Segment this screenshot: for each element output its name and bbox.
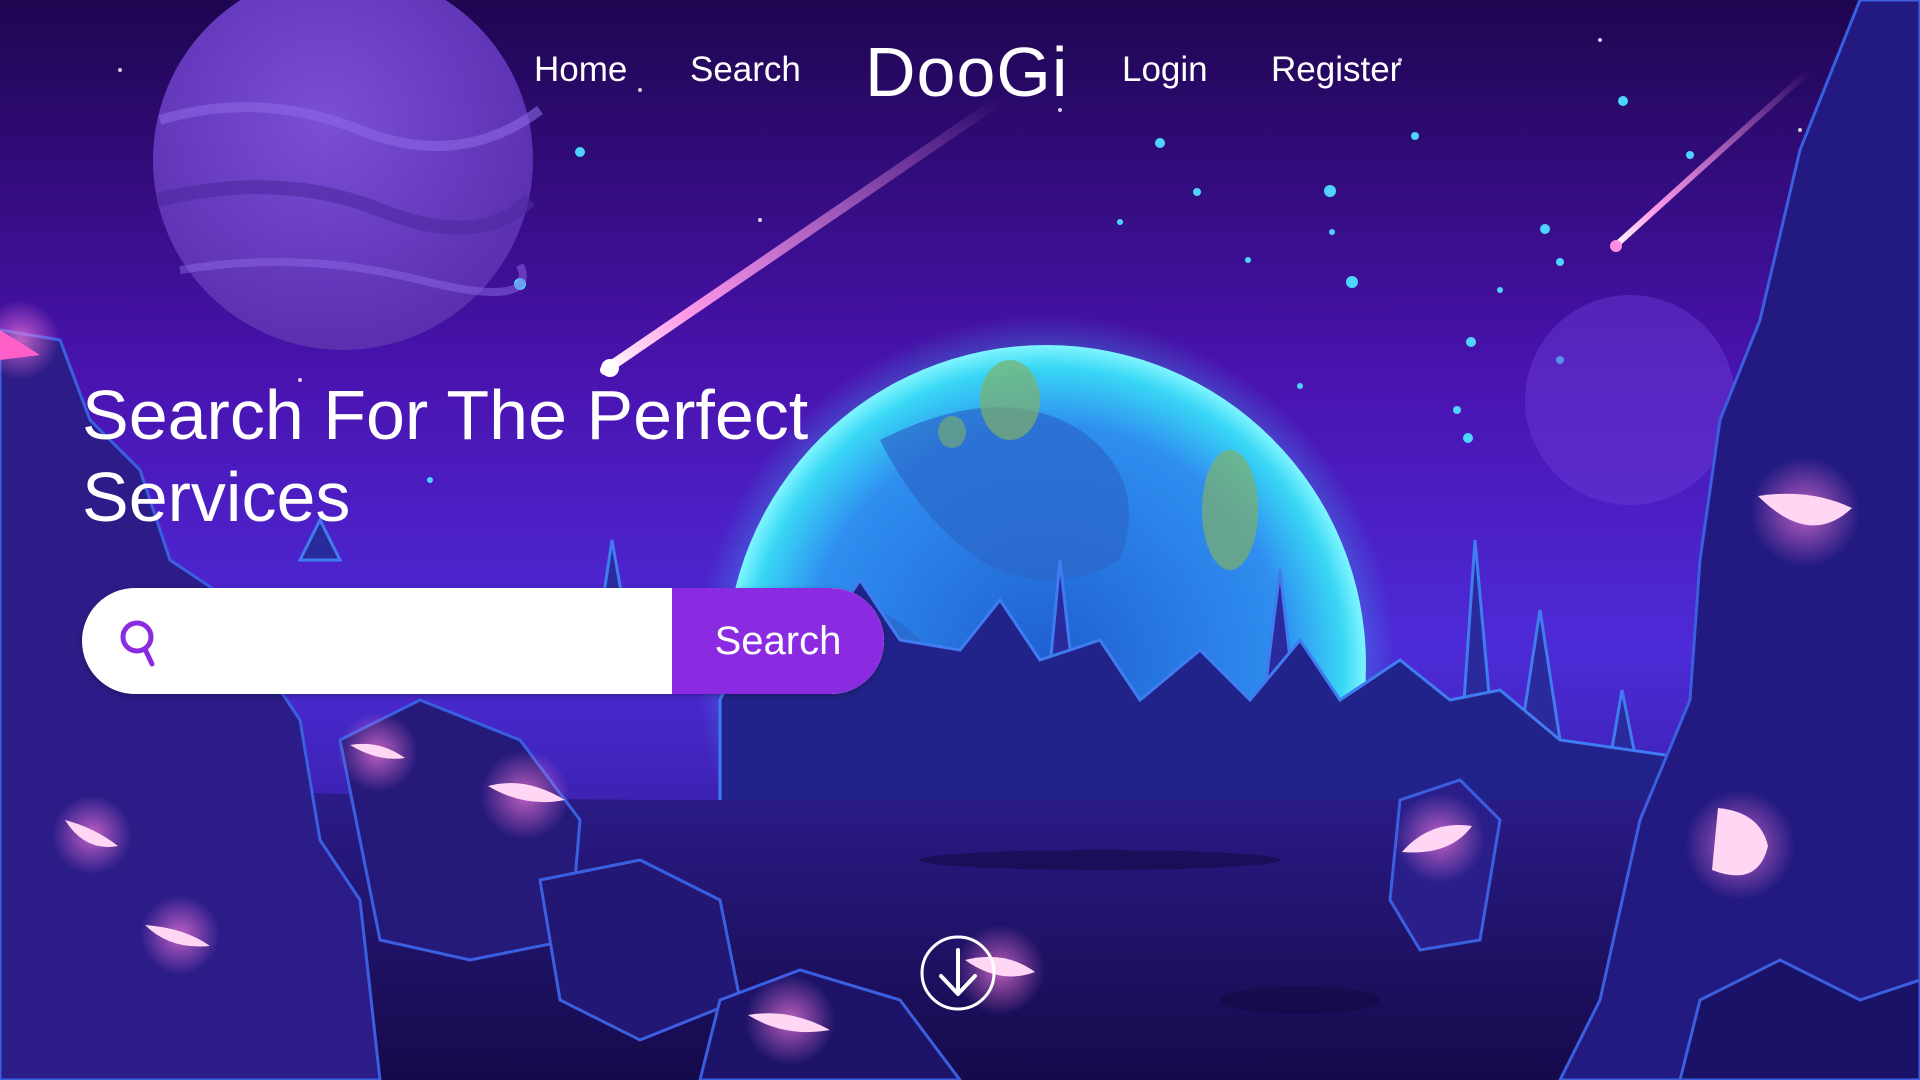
hero-title: Search For The Perfect Services — [82, 376, 809, 536]
search-bar: Search — [82, 588, 884, 694]
space-background-illustration — [0, 0, 1920, 1080]
brand-logo[interactable]: DooGi — [865, 32, 1068, 112]
arrow-down-circle-icon[interactable] — [919, 934, 997, 1012]
landing-page: Home Search DooGi Login Register Search … — [0, 0, 1920, 1080]
nav-link-home[interactable]: Home — [534, 50, 627, 90]
search-icon — [120, 620, 155, 667]
search-input[interactable] — [182, 588, 746, 694]
search-button[interactable]: Search — [672, 588, 884, 694]
nav-link-register[interactable]: Register — [1271, 50, 1401, 90]
nav-link-search[interactable]: Search — [690, 50, 801, 90]
top-navigation: Home Search DooGi Login Register — [0, 30, 1920, 112]
nav-link-login[interactable]: Login — [1122, 50, 1208, 90]
